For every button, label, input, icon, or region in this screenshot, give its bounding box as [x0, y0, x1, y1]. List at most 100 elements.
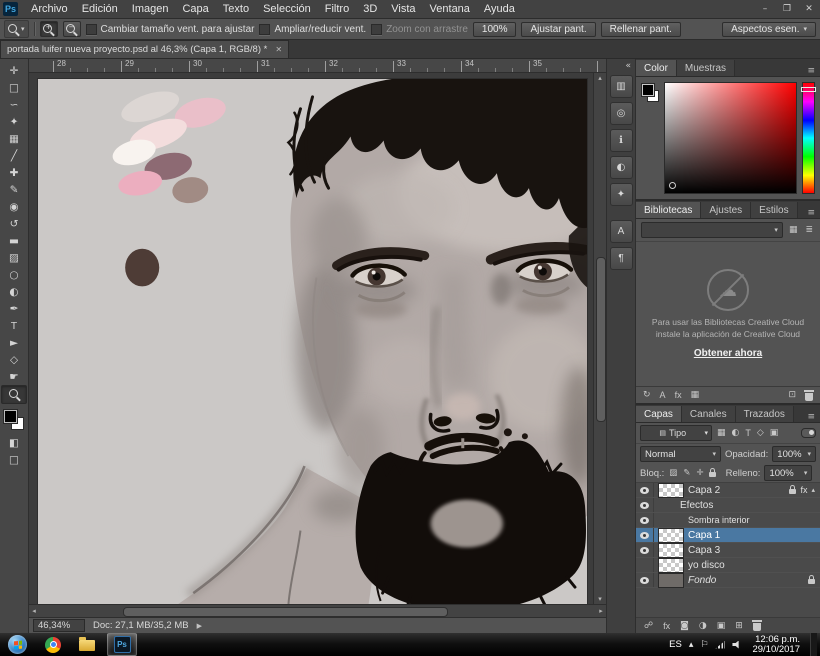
taskbar-clock[interactable]: 12:06 p.m. 29/10/2017 [749, 635, 803, 655]
pasteboard[interactable] [29, 73, 593, 604]
layer-thumbnail[interactable] [658, 573, 684, 588]
tab-capas[interactable]: Capas [636, 406, 682, 422]
lock-pixels-icon[interactable]: ✎ [682, 468, 691, 478]
menu-edicion[interactable]: Edición [75, 3, 125, 15]
layer-thumbnail[interactable] [658, 483, 684, 498]
app-logo[interactable]: Ps [3, 2, 18, 16]
obtener-ahora-link[interactable]: Obtener ahora [694, 348, 762, 359]
blur-tool[interactable]: ○ [2, 266, 26, 283]
chevron-up-icon[interactable]: ▴ [811, 486, 815, 494]
menu-imagen[interactable]: Imagen [125, 3, 176, 15]
visibility-toggle[interactable] [636, 558, 654, 572]
zoom-all-windows-checkbox[interactable]: Ampliar/reducir vent. [259, 24, 366, 35]
hue-slider-cursor[interactable] [801, 87, 816, 92]
color-swatch-widget[interactable] [4, 410, 24, 430]
opacity-dropdown[interactable]: 100% ▾ [772, 446, 816, 462]
scroll-left-icon[interactable]: ◂ [29, 606, 39, 616]
visibility-toggle[interactable] [636, 573, 654, 587]
color-field-cursor[interactable] [669, 182, 676, 189]
lock-transparency-icon[interactable]: ▨ [668, 468, 678, 478]
marquee-tool[interactable]: □ [2, 79, 26, 96]
layer-row-fondo[interactable]: Fondo [636, 573, 820, 588]
fill-dropdown[interactable]: 100% ▾ [764, 465, 812, 481]
delete-library-icon[interactable] [805, 393, 813, 401]
tab-muestras[interactable]: Muestras [677, 60, 735, 76]
hue-slider[interactable] [802, 82, 815, 194]
explorer-taskbar-button[interactable] [73, 634, 101, 655]
tab-close-icon[interactable]: ✕ [275, 45, 282, 54]
visibility-toggle[interactable] [636, 498, 654, 512]
character-panel-icon[interactable]: A [610, 220, 633, 243]
filter-pixel-layers-icon[interactable]: ▦ [716, 428, 727, 438]
horizontal-scroll-thumb[interactable] [123, 607, 448, 617]
action-center-flag-icon[interactable]: ⚐ [700, 640, 708, 650]
visibility-toggle[interactable] [636, 528, 654, 542]
crop-tool[interactable]: ▦ [2, 130, 26, 147]
layer-thumbnail[interactable] [658, 528, 684, 543]
menu-filtro[interactable]: Filtro [318, 3, 356, 15]
saturation-brightness-field[interactable] [664, 82, 797, 194]
move-tool[interactable]: ✛ [2, 62, 26, 79]
list-view-icon[interactable]: ≣ [803, 225, 815, 235]
panel-menu-icon[interactable]: ≡ [802, 208, 820, 218]
styles-panel-icon[interactable]: ✦ [610, 183, 633, 206]
history-brush-tool[interactable]: ↺ [2, 215, 26, 232]
start-button[interactable] [8, 635, 27, 654]
volume-icon[interactable] [732, 641, 742, 649]
menu-3d[interactable]: 3D [356, 3, 384, 15]
visibility-toggle[interactable] [636, 483, 654, 497]
lock-position-icon[interactable]: ✛ [695, 468, 704, 478]
layer-thumbnail[interactable] [658, 558, 684, 573]
tab-color[interactable]: Color [636, 60, 677, 76]
show-desktop-button[interactable] [810, 633, 817, 656]
info-panel-icon[interactable]: ℹ [610, 129, 633, 152]
visibility-toggle[interactable] [636, 543, 654, 557]
menu-capa[interactable]: Capa [175, 3, 215, 15]
gradient-tool[interactable]: ▨ [2, 249, 26, 266]
layer-row-capa-3[interactable]: Capa 3 [636, 543, 820, 558]
tab-trazados[interactable]: Trazados [736, 406, 794, 422]
layer-row-efectos[interactable]: Efectos [636, 498, 820, 513]
healing-brush-tool[interactable]: ✚ [2, 164, 26, 181]
fill-screen-button[interactable]: Rellenar pant. [601, 22, 681, 37]
actual-pixels-button[interactable]: 100% [473, 22, 517, 37]
graphic-icon[interactable]: ▦ [691, 390, 700, 400]
blend-mode-dropdown[interactable]: Normal ▾ [640, 446, 721, 462]
scroll-down-icon[interactable]: ▾ [595, 594, 605, 604]
layer-filtering-toggle[interactable] [801, 428, 816, 438]
filter-smart-objects-icon[interactable]: ▣ [769, 428, 780, 438]
status-flyout-icon[interactable]: ▶ [197, 622, 202, 630]
document-tab[interactable]: portada luifer nueva proyecto.psd al 46,… [0, 40, 289, 58]
menu-texto[interactable]: Texto [216, 3, 256, 15]
type-tool[interactable]: T [2, 317, 26, 334]
photoshop-taskbar-button[interactable]: Ps [107, 633, 137, 656]
visibility-toggle[interactable] [636, 513, 654, 527]
vertical-scroll-thumb[interactable] [596, 257, 606, 423]
adjustment-layer-icon[interactable]: ◑ [699, 621, 707, 631]
grid-view-icon[interactable]: ▦ [787, 225, 800, 235]
close-button[interactable]: ✕ [798, 4, 820, 14]
layer-group-icon[interactable]: ▣ [717, 621, 726, 631]
tab-estilos[interactable]: Estilos [751, 202, 797, 218]
menu-ayuda[interactable]: Ayuda [477, 3, 522, 15]
network-icon[interactable] [715, 641, 725, 649]
delete-layer-icon[interactable] [753, 623, 761, 631]
layer-row-capa-2[interactable]: Capa 2 fx ▴ [636, 483, 820, 498]
adjustments-panel-icon[interactable]: ◐ [610, 156, 633, 179]
chrome-taskbar-button[interactable] [39, 634, 67, 655]
scroll-right-icon[interactable]: ▸ [596, 606, 606, 616]
workspace-switcher[interactable]: Aspectos esen. ▾ [722, 22, 816, 37]
new-layer-icon[interactable]: ⊞ [735, 621, 743, 631]
library-select-dropdown[interactable]: ▾ [641, 222, 783, 238]
language-indicator[interactable]: ES [669, 639, 682, 650]
layer-row-yo-disco[interactable]: yo disco [636, 558, 820, 573]
foreground-color-swatch[interactable] [4, 410, 17, 423]
lasso-tool[interactable]: ∽ [2, 96, 26, 113]
hand-tool[interactable]: ☛ [2, 368, 26, 385]
sync-icon[interactable]: ↻ [643, 390, 651, 400]
layer-row-sombra-interior[interactable]: Sombra interior [636, 513, 820, 528]
foreground-color-swatch[interactable] [642, 84, 654, 96]
shape-tool[interactable]: ◇ [2, 351, 26, 368]
vertical-scrollbar[interactable]: ▴ ▾ [593, 73, 606, 604]
panel-menu-icon[interactable]: ≡ [802, 66, 820, 76]
